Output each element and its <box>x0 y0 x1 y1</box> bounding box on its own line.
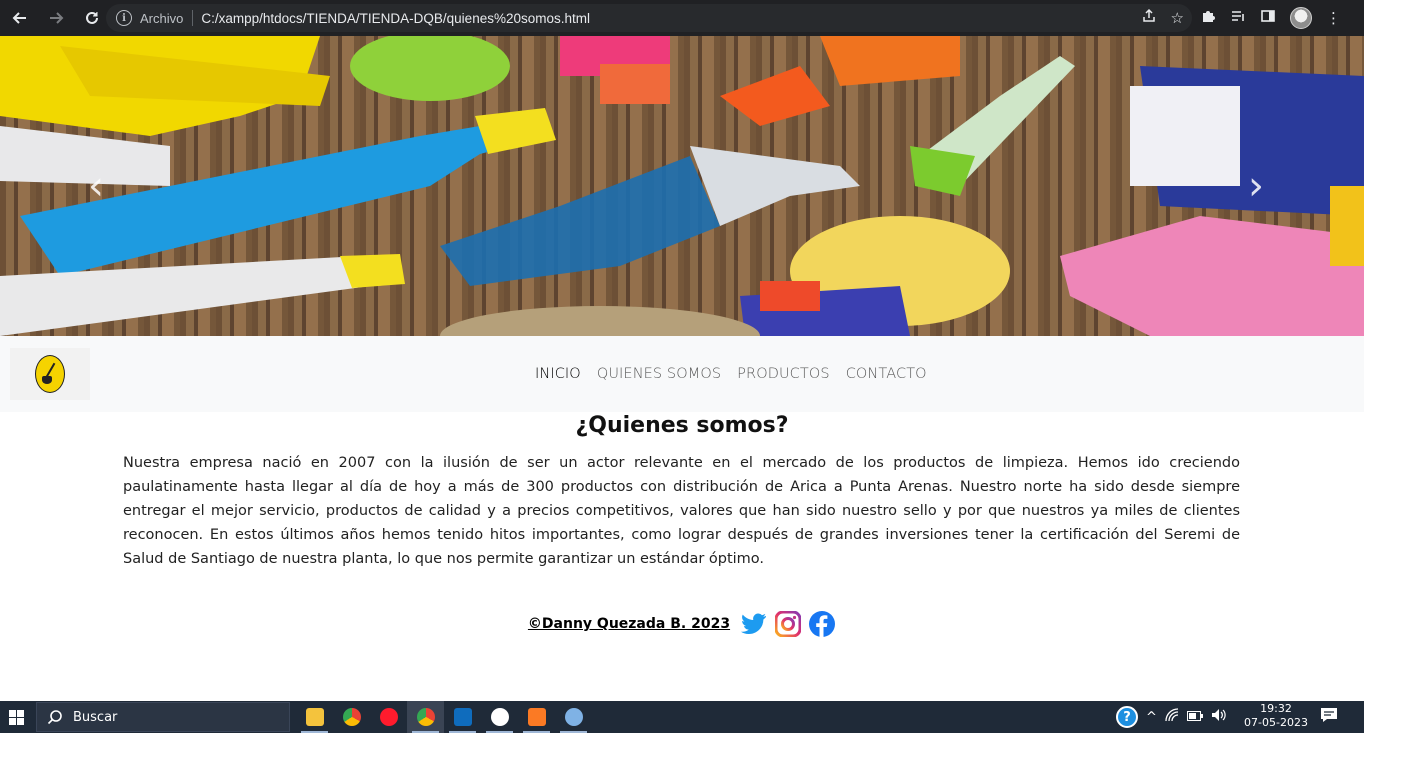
back-icon[interactable] <box>4 2 36 34</box>
broom-logo-icon <box>35 355 65 393</box>
url-text[interactable]: C:/xampp/htdocs/TIENDA/TIENDA-DQB/quiene… <box>201 11 590 26</box>
windows-taskbar: Buscar ? ^ 19:32 07-05-2023 <box>0 701 1364 733</box>
nav-item-productos[interactable]: PRODUCTOS <box>737 366 830 382</box>
page-title: ¿Quienes somos? <box>575 413 789 438</box>
opera-icon[interactable] <box>370 701 407 733</box>
star-icon[interactable]: ☆ <box>1171 9 1184 27</box>
extensions-icon[interactable] <box>1200 8 1216 28</box>
file-explorer-icon[interactable] <box>296 701 333 733</box>
nav-item-contacto[interactable]: CONTACTO <box>846 366 927 382</box>
system-tray: ? ^ <box>1116 701 1227 733</box>
xampp-icon[interactable] <box>518 701 555 733</box>
hero-carousel: ‹ › <box>0 36 1364 336</box>
info-icon[interactable]: i <box>116 10 132 26</box>
reading-list-icon[interactable] <box>1230 8 1246 28</box>
battery-icon[interactable] <box>1186 710 1203 725</box>
reload-icon[interactable] <box>76 2 108 34</box>
taskbar-search[interactable]: Buscar <box>36 702 290 732</box>
nav-item-quienes-somos[interactable]: QUIENES SOMOS <box>597 366 721 382</box>
clock-date: 07-05-2023 <box>1244 716 1308 729</box>
share-icon[interactable] <box>1141 8 1157 28</box>
chevron-up-icon[interactable]: ^ <box>1146 710 1157 725</box>
search-icon <box>47 710 62 725</box>
site-navbar: INICIO QUIENES SOMOS PRODUCTOS CONTACTO <box>0 336 1364 412</box>
browser-toolbar: i Archivo C:/xampp/htdocs/TIENDA/TIENDA-… <box>0 0 1364 36</box>
paint-icon[interactable] <box>555 701 592 733</box>
carousel-prev-button[interactable]: ‹ <box>88 166 104 206</box>
help-icon[interactable]: ? <box>1116 706 1138 728</box>
taskbar-apps <box>296 701 592 733</box>
search-placeholder: Buscar <box>73 709 118 725</box>
clock[interactable]: 19:32 07-05-2023 <box>1240 702 1312 730</box>
nav-item-inicio[interactable]: INICIO <box>535 366 581 382</box>
network-icon[interactable] <box>1165 708 1179 726</box>
about-paragraph: Nuestra empresa nació en 2007 con la ilu… <box>123 455 1240 567</box>
copyright-link[interactable]: ©Danny Quezada B. 2023 <box>528 616 730 632</box>
start-button[interactable] <box>0 701 32 733</box>
volume-icon[interactable] <box>1211 708 1227 726</box>
sidebar-icon[interactable] <box>1260 8 1276 28</box>
screen: i Archivo C:/xampp/htdocs/TIENDA/TIENDA-… <box>0 0 1424 780</box>
nav-menu: INICIO QUIENES SOMOS PRODUCTOS CONTACTO <box>535 366 927 382</box>
github-icon[interactable] <box>481 701 518 733</box>
scheme-label: Archivo <box>140 10 184 26</box>
menu-icon[interactable]: ⋮ <box>1326 9 1341 27</box>
profile-avatar[interactable] <box>1290 7 1312 29</box>
carousel-next-button[interactable]: › <box>1248 166 1264 206</box>
twitter-icon[interactable] <box>740 610 768 638</box>
outlook-icon[interactable] <box>444 701 481 733</box>
clock-time: 19:32 <box>1260 702 1292 715</box>
address-bar[interactable]: i Archivo C:/xampp/htdocs/TIENDA/TIENDA-… <box>106 4 1192 32</box>
forward-icon[interactable] <box>40 2 72 34</box>
instagram-icon[interactable] <box>774 610 802 638</box>
brand-logo-link[interactable] <box>10 348 90 400</box>
cleaning-products-illustration <box>0 36 1364 336</box>
address-separator <box>192 10 194 26</box>
chrome-icon[interactable] <box>333 701 370 733</box>
chrome-active-icon[interactable] <box>407 701 444 733</box>
notifications-icon[interactable] <box>1320 707 1338 727</box>
footer: ©Danny Quezada B. 2023 <box>0 608 1364 640</box>
facebook-icon[interactable] <box>808 610 836 638</box>
